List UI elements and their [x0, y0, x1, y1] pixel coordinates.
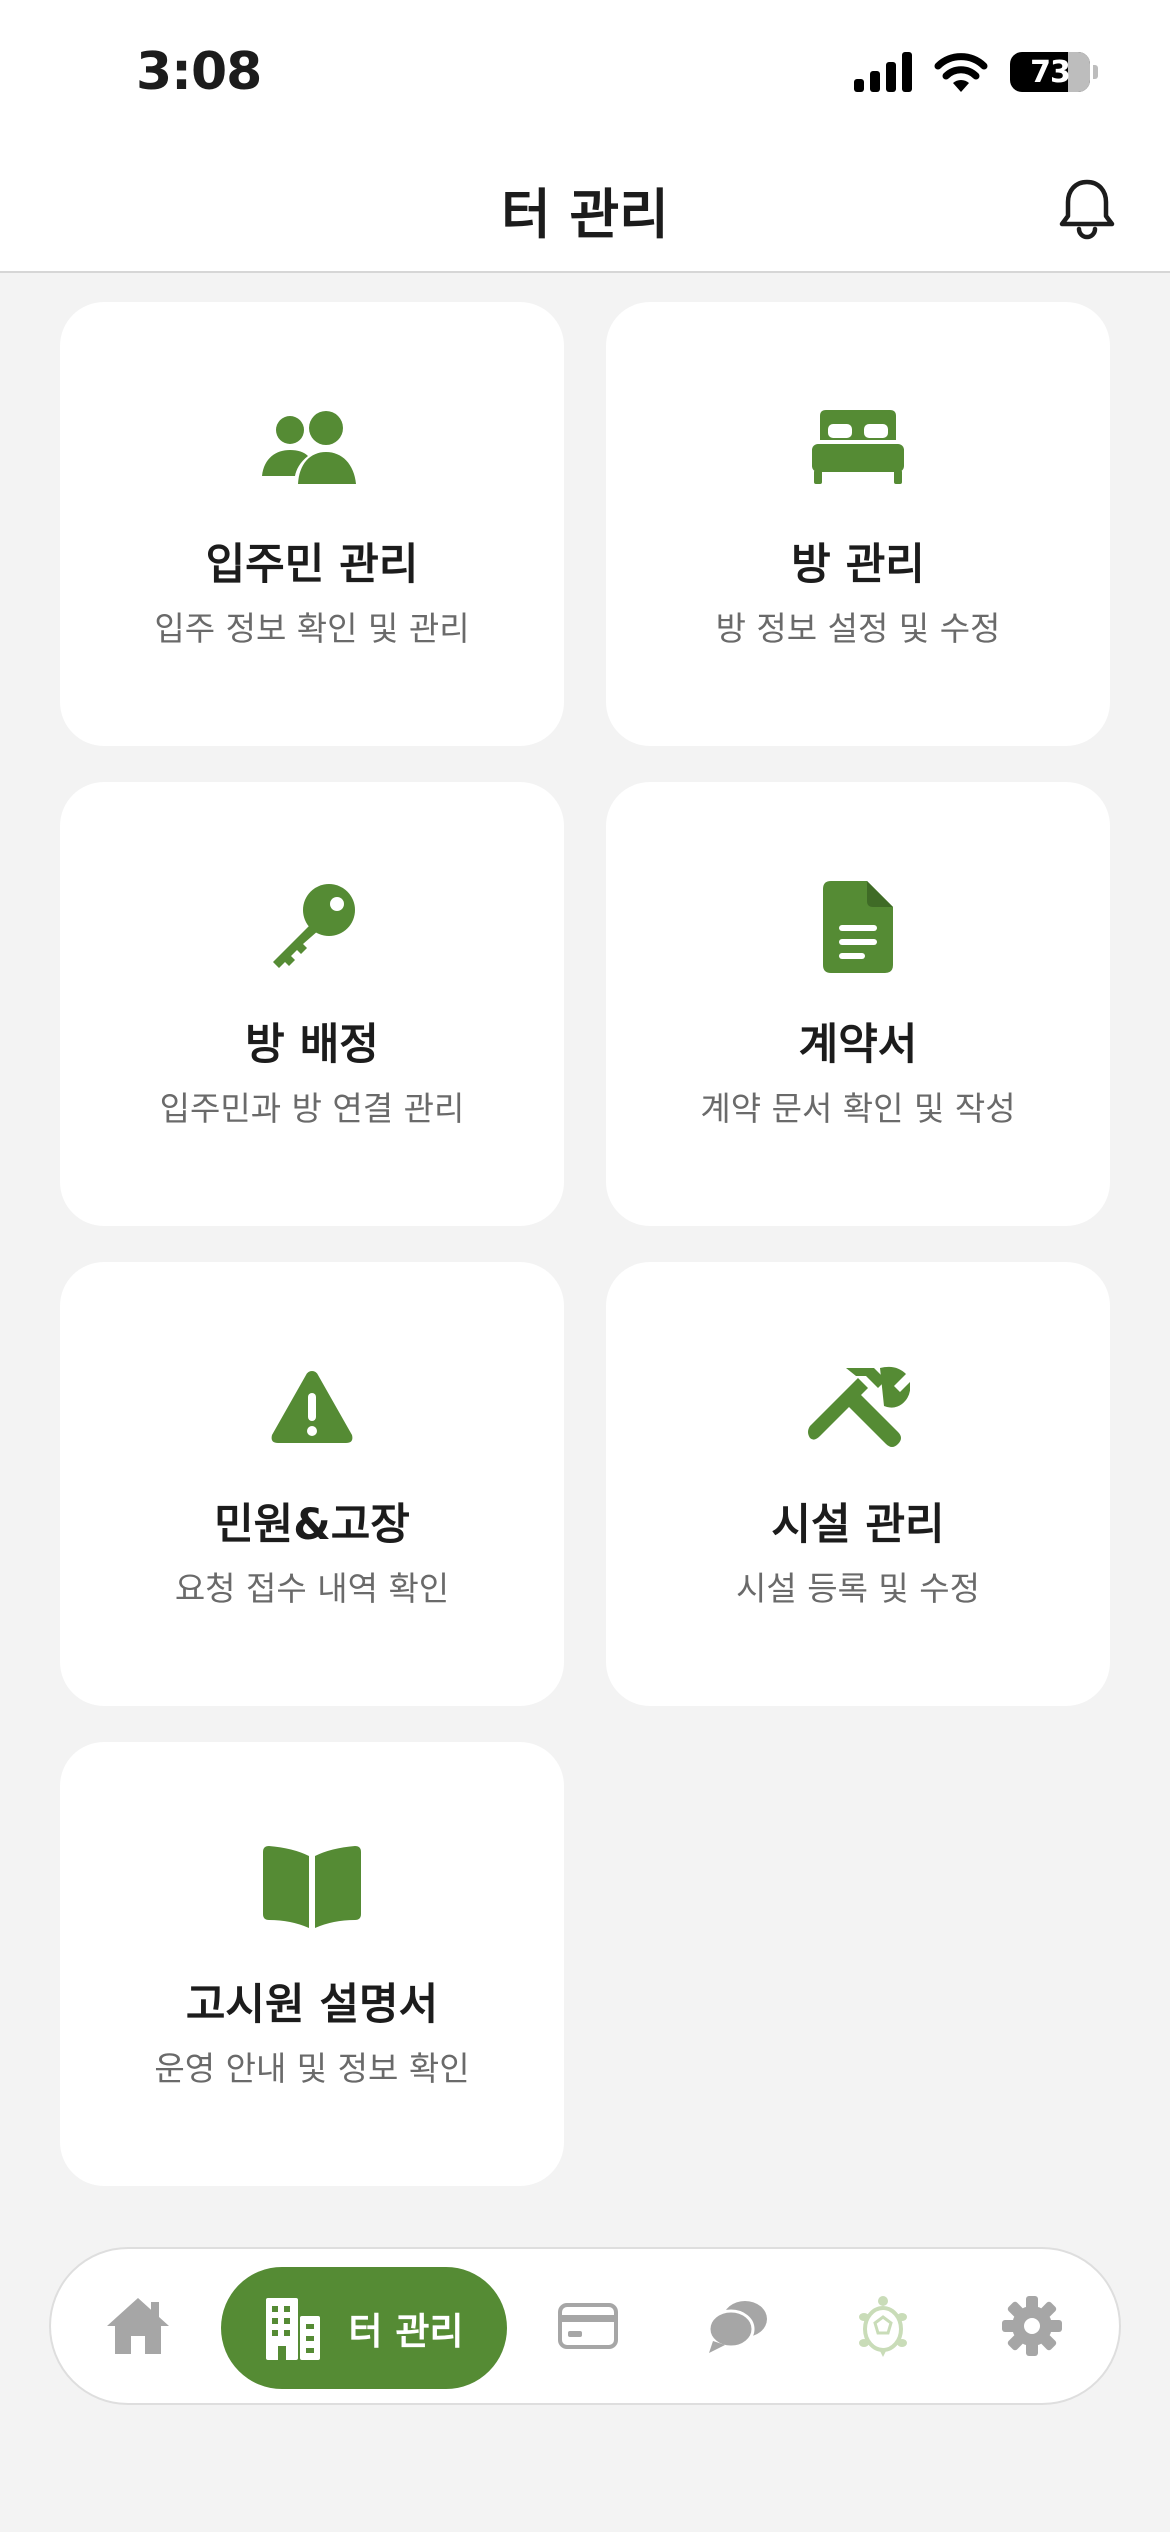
building-icon [266, 2298, 321, 2360]
card-room-management[interactable]: 방 관리 방 정보 설정 및 수정 [606, 302, 1110, 746]
card-icon [558, 2303, 618, 2349]
document-icon [803, 881, 913, 973]
tab-home[interactable] [105, 2296, 171, 2356]
signal-icon [854, 52, 912, 92]
status-icons: 73 [854, 52, 1098, 92]
tools-icon [803, 1362, 913, 1452]
status-time: 3:08 [136, 42, 262, 102]
card-title: 입주민 관리 [205, 540, 419, 590]
battery-indicator: 73 [1010, 52, 1098, 92]
chat-icon [707, 2301, 767, 2353]
card-manual[interactable]: 고시원 설명서 운영 안내 및 정보 확인 [60, 1742, 564, 2186]
status-bar: 3:08 73 [0, 0, 1170, 140]
book-icon [257, 1842, 367, 1932]
bed-icon [803, 402, 913, 492]
card-title: 고시원 설명서 [185, 1980, 439, 2030]
card-subtitle: 계약 문서 확인 및 작성 [700, 1089, 1016, 1128]
wifi-icon [934, 53, 988, 92]
tab-settings[interactable] [1001, 2295, 1063, 2357]
card-title: 시설 관리 [771, 1500, 945, 1550]
tab-active-label: 터 관리 [348, 2310, 464, 2353]
bell-icon[interactable] [1054, 174, 1120, 240]
tab-turtle[interactable] [858, 2295, 908, 2357]
card-subtitle: 시설 등록 및 수정 [736, 1569, 980, 1608]
card-contract[interactable]: 계약서 계약 문서 확인 및 작성 [606, 782, 1110, 1226]
bottom-tab-bar: 터 관리 [49, 2247, 1121, 2405]
battery-level: 73 [1030, 54, 1071, 90]
card-title: 방 관리 [791, 540, 925, 590]
card-resident-management[interactable]: 입주민 관리 입주 정보 확인 및 관리 [60, 302, 564, 746]
card-subtitle: 요청 접수 내역 확인 [174, 1569, 450, 1608]
card-subtitle: 방 정보 설정 및 수정 [715, 609, 1001, 648]
card-title: 민원&고장 [214, 1500, 410, 1550]
users-icon [257, 402, 367, 492]
app-header: 터 관리 [0, 140, 1170, 273]
home-icon [107, 2298, 169, 2354]
tab-chat[interactable] [707, 2297, 769, 2355]
turtle-icon [859, 2296, 907, 2357]
card-title: 방 배정 [245, 1020, 379, 1070]
card-subtitle: 입주민과 방 연결 관리 [159, 1089, 465, 1128]
card-title: 계약서 [798, 1020, 918, 1070]
card-subtitle: 운영 안내 및 정보 확인 [154, 2049, 470, 2088]
tab-payment[interactable] [558, 2303, 618, 2349]
card-facility-management[interactable]: 시설 관리 시설 등록 및 수정 [606, 1262, 1110, 1706]
key-icon [257, 882, 367, 972]
tab-building-management[interactable]: 터 관리 [221, 2267, 507, 2389]
page-title: 터 관리 [501, 183, 669, 246]
card-subtitle: 입주 정보 확인 및 관리 [154, 609, 470, 648]
card-room-assignment[interactable]: 방 배정 입주민과 방 연결 관리 [60, 782, 564, 1226]
card-complaints-repairs[interactable]: 민원&고장 요청 접수 내역 확인 [60, 1262, 564, 1706]
gear-icon [1002, 2296, 1062, 2356]
warning-icon [257, 1362, 367, 1452]
